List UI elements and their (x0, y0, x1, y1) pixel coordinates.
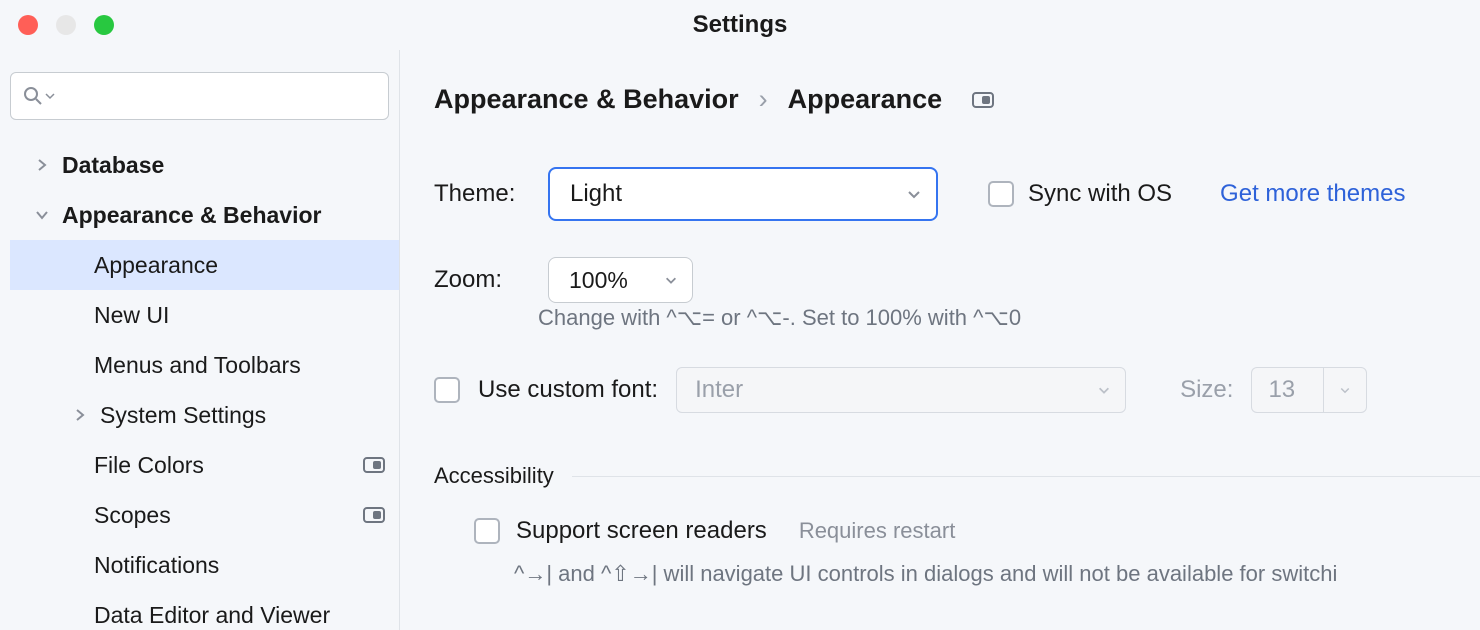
zoom-hint: Change with ^⌥= or ^⌥-. Set to 100% with… (538, 305, 1480, 331)
sidebar-item-label: Appearance (94, 252, 218, 279)
sidebar-item-scopes[interactable]: Scopes (10, 490, 399, 540)
sidebar-item-label: Menus and Toolbars (94, 352, 301, 379)
accessibility-title: Accessibility (434, 463, 554, 489)
search-field[interactable] (10, 72, 389, 120)
theme-row: Theme: Light Sync with OS Get more theme… (434, 167, 1480, 221)
zoom-label: Zoom: (434, 266, 534, 294)
sidebar-item-label: Database (62, 152, 164, 179)
sidebar-item-menus-and-toolbars[interactable]: Menus and Toolbars (10, 340, 399, 390)
sidebar-item-label: File Colors (94, 452, 204, 479)
zoom-select-value: 100% (569, 267, 628, 294)
sidebar-item-data-editor-and-viewer[interactable]: Data Editor and Viewer (10, 590, 399, 630)
breadcrumb-current: Appearance (788, 84, 943, 115)
breadcrumb: Appearance & Behavior › Appearance (434, 84, 1480, 115)
search-icon (23, 86, 43, 106)
chevron-down-icon (906, 186, 922, 202)
sidebar-item-label: Notifications (94, 552, 219, 579)
chevron-right-icon[interactable] (66, 408, 94, 422)
font-size-value: 13 (1251, 367, 1323, 413)
screen-readers-row: Support screen readers Requires restart (474, 517, 1480, 545)
chevron-right-icon[interactable] (28, 158, 56, 172)
chevron-down-icon[interactable] (28, 208, 56, 222)
search-input[interactable] (57, 85, 376, 108)
sidebar: Database Appearance & Behavior Appearance N… (0, 50, 400, 630)
font-size-field[interactable]: 13 (1251, 367, 1367, 413)
sidebar-item-system-settings[interactable]: System Settings (10, 390, 399, 440)
window-minimize-button[interactable] (56, 15, 76, 35)
custom-font-row: Use custom font: Inter Size: 13 (434, 367, 1480, 413)
sidebar-item-label: Scopes (94, 502, 171, 529)
sidebar-item-label: New UI (94, 302, 169, 329)
window-zoom-button[interactable] (94, 15, 114, 35)
section-divider (572, 476, 1480, 477)
sync-with-os-label: Sync with OS (1028, 180, 1172, 208)
sidebar-item-file-colors[interactable]: File Colors (10, 440, 399, 490)
chevron-down-icon (664, 273, 678, 287)
chevron-down-icon (45, 91, 55, 101)
sidebar-item-notifications[interactable]: Notifications (10, 540, 399, 590)
sidebar-item-database[interactable]: Database (10, 140, 399, 190)
sidebar-item-label: Data Editor and Viewer (94, 602, 330, 629)
project-scope-icon[interactable] (972, 92, 994, 108)
sidebar-item-appearance-behavior[interactable]: Appearance & Behavior (10, 190, 399, 240)
project-scope-icon (363, 457, 385, 473)
requires-restart-hint: Requires restart (799, 518, 956, 544)
support-screen-readers-checkbox[interactable] (474, 518, 500, 544)
zoom-select[interactable]: 100% (548, 257, 693, 303)
sync-with-os-row: Sync with OS (988, 180, 1172, 208)
use-custom-font-label: Use custom font: (478, 376, 658, 404)
sidebar-item-appearance[interactable]: Appearance (10, 240, 399, 290)
traffic-lights (18, 15, 114, 35)
font-size-dropdown[interactable] (1323, 367, 1367, 413)
zoom-row: Zoom: 100% (434, 257, 1480, 303)
main-panel: Appearance & Behavior › Appearance Theme… (400, 50, 1480, 630)
font-size-label: Size: (1180, 376, 1233, 404)
accessibility-section-header: Accessibility (434, 463, 1480, 489)
breadcrumb-parent[interactable]: Appearance & Behavior (434, 84, 739, 115)
font-select-value: Inter (695, 376, 743, 404)
sidebar-item-new-ui[interactable]: New UI (10, 290, 399, 340)
chevron-down-icon (1097, 383, 1111, 397)
theme-label: Theme: (434, 180, 534, 208)
window-close-button[interactable] (18, 15, 38, 35)
sidebar-item-label: Appearance & Behavior (62, 202, 321, 229)
project-scope-icon (363, 507, 385, 523)
theme-select[interactable]: Light (548, 167, 938, 221)
window-title: Settings (0, 11, 1480, 39)
support-screen-readers-label: Support screen readers (516, 517, 767, 545)
chevron-down-icon (1339, 384, 1351, 396)
get-more-themes-link[interactable]: Get more themes (1220, 180, 1405, 208)
sidebar-tree: Database Appearance & Behavior Appearance N… (0, 140, 399, 630)
sidebar-item-label: System Settings (100, 402, 266, 429)
screen-readers-nav-hint: ^→| and ^⇧→| will navigate UI controls i… (514, 559, 1480, 590)
theme-select-value: Light (570, 180, 622, 208)
breadcrumb-separator: › (759, 84, 768, 115)
use-custom-font-checkbox[interactable] (434, 377, 460, 403)
sync-with-os-checkbox[interactable] (988, 181, 1014, 207)
titlebar: Settings (0, 0, 1480, 50)
font-select[interactable]: Inter (676, 367, 1126, 413)
